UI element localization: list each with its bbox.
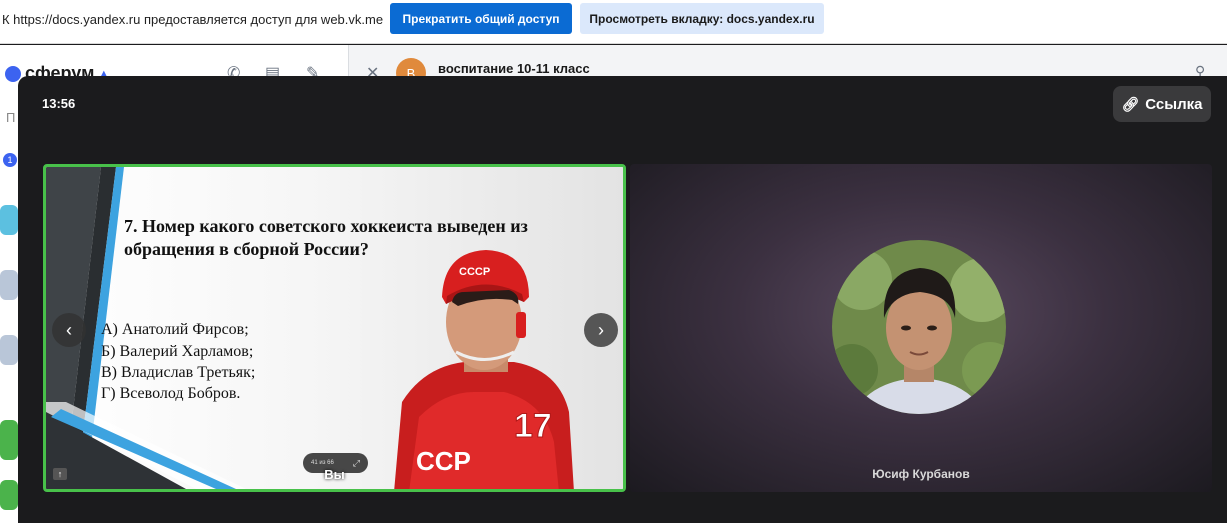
chat-title: воспитание 10-11 класс — [438, 60, 590, 76]
link-icon: 🔗︎ — [1121, 95, 1140, 112]
helmet-text: СССР — [459, 266, 490, 278]
answer-option: В) Владислав Третьяк; — [101, 364, 256, 381]
next-slide-button[interactable]: › — [584, 313, 618, 347]
copy-link-button[interactable]: 🔗︎ Ссылка — [1113, 86, 1211, 122]
unread-badge: 1 — [3, 153, 17, 167]
call-window: 13:56 🔗︎ Ссылка 7. Номер какого советско… — [18, 76, 1227, 523]
chat-avatar-strip — [0, 205, 18, 235]
answer-option: Г) Всеволод Бобров. — [101, 385, 241, 402]
participant-avatar — [832, 240, 1006, 414]
call-clock: 13:56 — [42, 96, 76, 111]
answer-option: Б) Валерий Харламов; — [101, 343, 254, 360]
answer-option: А) Анатолий Фирсов; — [101, 321, 249, 338]
previous-slide-button[interactable]: ‹ — [52, 313, 86, 347]
link-label: Ссылка — [1145, 95, 1203, 113]
search-hint: П — [6, 110, 16, 125]
chat-avatar-strip — [0, 270, 18, 300]
share-message: К https://docs.yandex.ru предоставляется… — [2, 12, 384, 27]
chat-avatar-strip — [0, 335, 18, 365]
page-indicator: 41 из 66 — [311, 460, 334, 466]
chat-avatar-strip — [0, 480, 18, 510]
chevron-left-icon: ‹ — [66, 319, 72, 340]
hockey-player-illustration: СССР ССР 17 — [394, 250, 574, 489]
view-tab-button[interactable]: Просмотреть вкладку: docs.yandex.ru — [580, 3, 824, 34]
stop-sharing-button[interactable]: Прекратить общий доступ — [390, 3, 572, 34]
jersey-number: 17 — [514, 407, 552, 445]
presentation-slide: 7. Номер какого советского хоккеиста выв… — [46, 167, 623, 489]
chat-avatar-strip — [0, 420, 18, 460]
chevron-right-icon: › — [598, 319, 604, 340]
screen-share-bar: К https://docs.yandex.ru предоставляется… — [0, 0, 1227, 44]
logo-icon — [5, 65, 21, 82]
participant-photo — [832, 240, 1006, 414]
self-video-tile[interactable]: 7. Номер какого советского хоккеиста выв… — [43, 164, 626, 492]
self-tile-name: Вы — [324, 467, 345, 482]
participant-video-tile[interactable]: Юсиф Курбанов — [630, 164, 1212, 492]
participant-name: Юсиф Курбанов — [872, 467, 970, 481]
